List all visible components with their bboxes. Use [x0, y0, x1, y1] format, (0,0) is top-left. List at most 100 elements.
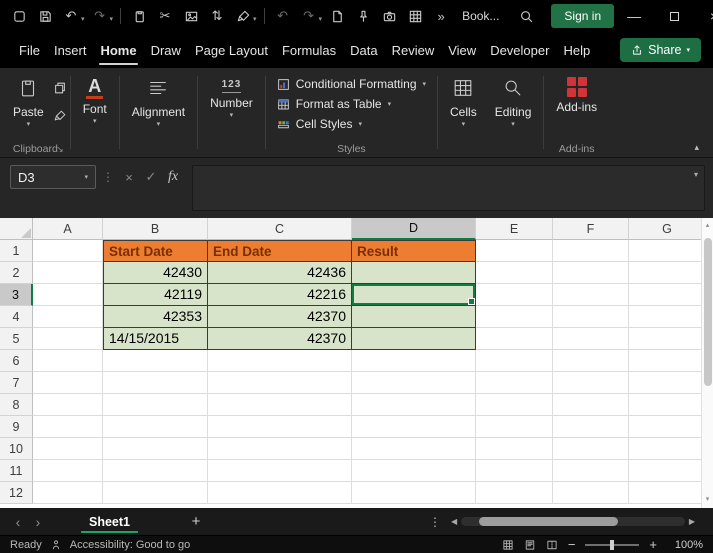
cell-C11[interactable] — [208, 460, 352, 482]
cell-B7[interactable] — [103, 372, 208, 394]
cell-F12[interactable] — [553, 482, 629, 504]
cell-E11[interactable] — [476, 460, 553, 482]
cell-F4[interactable] — [553, 306, 629, 328]
cell-D1[interactable]: Result — [352, 240, 476, 262]
expand-formula-bar-icon[interactable]: ▾ — [694, 171, 698, 179]
previous-sheet-button[interactable]: ‹ — [8, 514, 28, 530]
tab-data[interactable]: Data — [343, 32, 384, 68]
cell-G5[interactable] — [629, 328, 706, 350]
cell-E6[interactable] — [476, 350, 553, 372]
cell-A11[interactable] — [33, 460, 103, 482]
scroll-right-icon[interactable]: ▶ — [685, 517, 699, 526]
page-layout-view-button[interactable] — [524, 539, 536, 551]
scroll-left-icon[interactable]: ◀ — [447, 517, 461, 526]
tab-insert[interactable]: Insert — [47, 32, 94, 68]
cell-D11[interactable] — [352, 460, 476, 482]
conditional-formatting-button[interactable]: Conditional Formatting ▾ — [277, 77, 426, 91]
cell-E1[interactable] — [476, 240, 553, 262]
cell-A7[interactable] — [33, 372, 103, 394]
column-header-E[interactable]: E — [476, 218, 553, 240]
search-icon[interactable] — [519, 4, 534, 28]
save-icon[interactable] — [33, 4, 57, 28]
picture-icon[interactable] — [179, 4, 203, 28]
cell-D4[interactable] — [352, 306, 476, 328]
tab-file[interactable]: File — [12, 32, 47, 68]
cell-E7[interactable] — [476, 372, 553, 394]
alignment-button[interactable]: Alignment ▾ — [123, 68, 194, 143]
cell-A3[interactable] — [33, 284, 103, 306]
cell-F10[interactable] — [553, 438, 629, 460]
cell-B2[interactable]: 42430 — [103, 262, 208, 284]
cut-icon[interactable]: ✂ — [153, 4, 177, 28]
cell-B5[interactable]: 14/15/2015 — [103, 328, 208, 350]
cell-A4[interactable] — [33, 306, 103, 328]
cell-F3[interactable] — [553, 284, 629, 306]
cell-C3[interactable]: 42216 — [208, 284, 352, 306]
app-launcher-icon[interactable] — [7, 4, 31, 28]
cell-F1[interactable] — [553, 240, 629, 262]
cell-A9[interactable] — [33, 416, 103, 438]
cell-B6[interactable] — [103, 350, 208, 372]
zoom-level[interactable]: 100% — [667, 539, 703, 551]
cell-C9[interactable] — [208, 416, 352, 438]
addins-button[interactable]: Add-ins — [547, 68, 606, 143]
horizontal-scrollbar[interactable]: ◀ ▶ — [447, 517, 699, 526]
minimize-button[interactable]: — — [614, 0, 654, 32]
sheet-tab-more-icon[interactable]: ⋮ — [423, 515, 447, 529]
cell-F6[interactable] — [553, 350, 629, 372]
zoom-slider-thumb[interactable] — [610, 539, 615, 550]
cell-styles-button[interactable]: Cell Styles ▾ — [277, 117, 426, 131]
row-header-2[interactable]: 2 — [0, 262, 33, 284]
row-header-9[interactable]: 9 — [0, 416, 33, 438]
cell-E10[interactable] — [476, 438, 553, 460]
cell-C1[interactable]: End Date — [208, 240, 352, 262]
cell-B9[interactable] — [103, 416, 208, 438]
cell-A5[interactable] — [33, 328, 103, 350]
cell-E5[interactable] — [476, 328, 553, 350]
cell-G10[interactable] — [629, 438, 706, 460]
row-header-11[interactable]: 11 — [0, 460, 33, 482]
cell-C2[interactable]: 42436 — [208, 262, 352, 284]
accessibility-status[interactable]: Accessibility: Good to go — [70, 539, 190, 551]
zoom-slider[interactable] — [585, 539, 640, 550]
paste-button[interactable]: Paste ▾ — [4, 68, 53, 143]
cell-F2[interactable] — [553, 262, 629, 284]
cell-B10[interactable] — [103, 438, 208, 460]
cell-G12[interactable] — [629, 482, 706, 504]
column-header-D[interactable]: D — [352, 218, 476, 240]
cell-B8[interactable] — [103, 394, 208, 416]
cell-C7[interactable] — [208, 372, 352, 394]
vertical-scrollbar[interactable]: ▴ ▾ — [701, 218, 713, 508]
cell-D10[interactable] — [352, 438, 476, 460]
row-header-8[interactable]: 8 — [0, 394, 33, 416]
format-as-table-button[interactable]: Format as Table ▾ — [277, 97, 426, 111]
undo-icon[interactable]: ↶ — [59, 4, 83, 28]
column-header-G[interactable]: G — [629, 218, 706, 240]
cell-A8[interactable] — [33, 394, 103, 416]
cell-A10[interactable] — [33, 438, 103, 460]
format-painter-icon[interactable] — [231, 4, 255, 28]
tab-formulas[interactable]: Formulas — [275, 32, 343, 68]
cell-C12[interactable] — [208, 482, 352, 504]
collapse-ribbon-button[interactable]: ▴ — [694, 142, 699, 153]
cell-D3[interactable] — [352, 284, 476, 306]
vertical-scrollbar-thumb[interactable] — [704, 238, 712, 386]
table-borders-icon[interactable] — [403, 4, 427, 28]
redo-dropdown-chevron[interactable]: ▾ — [110, 15, 114, 23]
cell-C4[interactable]: 42370 — [208, 306, 352, 328]
horizontal-scrollbar-track[interactable] — [461, 517, 685, 526]
cell-C8[interactable] — [208, 394, 352, 416]
cell-G9[interactable] — [629, 416, 706, 438]
cell-D9[interactable] — [352, 416, 476, 438]
sort-icon[interactable]: ⇅ — [205, 4, 229, 28]
format-painter-icon[interactable] — [53, 109, 67, 128]
cell-G6[interactable] — [629, 350, 706, 372]
cell-F8[interactable] — [553, 394, 629, 416]
editing-button[interactable]: Editing ▾ — [486, 68, 541, 143]
history-redo-icon[interactable]: ↷ — [297, 4, 321, 28]
undo-dropdown-chevron[interactable]: ▾ — [81, 15, 85, 23]
new-file-icon[interactable] — [325, 4, 349, 28]
cell-E2[interactable] — [476, 262, 553, 284]
cell-G2[interactable] — [629, 262, 706, 284]
scroll-up-icon[interactable]: ▴ — [702, 218, 713, 234]
